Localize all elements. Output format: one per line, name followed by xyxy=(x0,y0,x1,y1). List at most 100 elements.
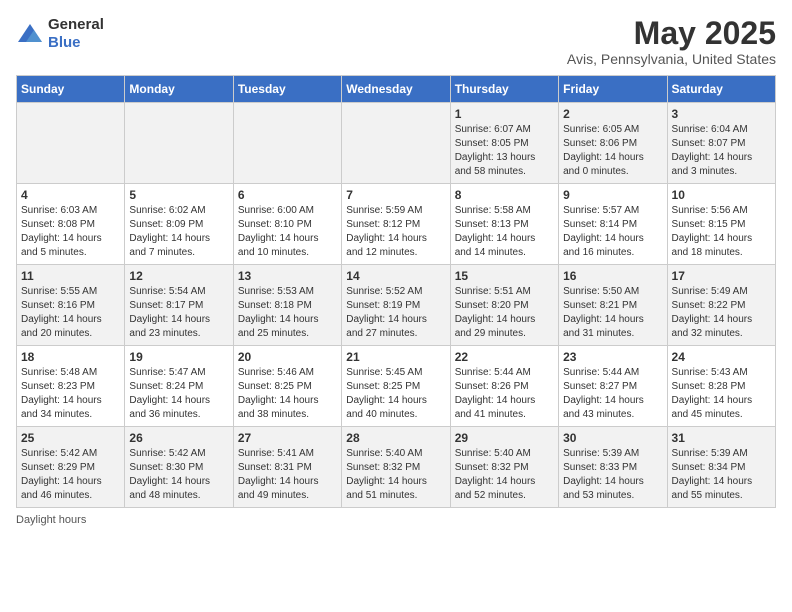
day-number: 29 xyxy=(455,431,554,445)
day-info: Sunrise: 5:51 AMSunset: 8:20 PMDaylight:… xyxy=(455,285,554,341)
day-number: 11 xyxy=(21,269,120,283)
day-info: Sunrise: 5:43 AMSunset: 8:28 PMDaylight:… xyxy=(672,366,771,422)
day-info: Sunrise: 6:04 AMSunset: 8:07 PMDaylight:… xyxy=(672,123,771,179)
day-info: Sunrise: 5:47 AMSunset: 8:24 PMDaylight:… xyxy=(129,366,228,422)
calendar-cell: 22 Sunrise: 5:44 AMSunset: 8:26 PMDayligh… xyxy=(450,346,558,427)
col-wednesday: Wednesday xyxy=(342,76,450,103)
calendar-cell: 1Sunrise: 6:07 AMSunset: 8:05 PMDaylight… xyxy=(450,103,558,184)
subtitle: Avis, Pennsylvania, United States xyxy=(567,51,776,67)
calendar-cell: 20Sunrise: 5:46 AMSunset: 8:25 PMDayligh… xyxy=(233,346,341,427)
calendar-cell: 24 Sunrise: 5:43 AMSunset: 8:28 PMDayligh… xyxy=(667,346,775,427)
day-info: Sunrise: 5:58 AMSunset: 8:13 PMDaylight:… xyxy=(455,204,554,260)
day-info: Sunrise: 6:03 AMSunset: 8:08 PMDaylight:… xyxy=(21,204,120,260)
calendar-cell: 21 Sunrise: 5:45 AMSunset: 8:25 PMDayligh… xyxy=(342,346,450,427)
logo-text: General Blue xyxy=(48,16,104,52)
calendar-header: Sunday Monday Tuesday Wednesday Thursday… xyxy=(17,76,776,103)
calendar-cell: 17 Sunrise: 5:49 AMSunset: 8:22 PMDayligh… xyxy=(667,265,775,346)
day-number: 21 xyxy=(346,350,445,364)
day-number: 31 xyxy=(672,431,771,445)
day-number: 5 xyxy=(129,188,228,202)
day-number: 4 xyxy=(21,188,120,202)
calendar-table: Sunday Monday Tuesday Wednesday Thursday… xyxy=(16,75,776,508)
day-number: 17 xyxy=(672,269,771,283)
day-number: 12 xyxy=(129,269,228,283)
title-block: May 2025 Avis, Pennsylvania, United Stat… xyxy=(567,16,776,67)
calendar-week-3: 11 Sunrise: 5:55 AMSunset: 8:16 PMDayligh… xyxy=(17,265,776,346)
day-info: Sunrise: 5:55 AMSunset: 8:16 PMDaylight:… xyxy=(21,285,120,341)
main-title: May 2025 xyxy=(567,16,776,51)
day-info: Sunrise: 5:39 AMSunset: 8:34 PMDaylight:… xyxy=(672,447,771,503)
day-number: 2 xyxy=(563,107,662,121)
calendar-cell xyxy=(342,103,450,184)
calendar-cell: 15 Sunrise: 5:51 AMSunset: 8:20 PMDayligh… xyxy=(450,265,558,346)
day-number: 25 xyxy=(21,431,120,445)
day-info: Sunrise: 6:07 AMSunset: 8:05 PMDaylight:… xyxy=(455,123,554,179)
calendar-cell: 9 Sunrise: 5:57 AMSunset: 8:14 PMDaylight… xyxy=(559,184,667,265)
calendar-cell: 5 Sunrise: 6:02 AMSunset: 8:09 PMDaylight… xyxy=(125,184,233,265)
day-info: Sunrise: 5:40 AMSunset: 8:32 PMDaylight:… xyxy=(455,447,554,503)
logo-general-text: General xyxy=(48,16,104,34)
day-number: 9 xyxy=(563,188,662,202)
calendar-week-4: 18Sunrise: 5:48 AMSunset: 8:23 PMDayligh… xyxy=(17,346,776,427)
calendar-cell: 2 Sunrise: 6:05 AMSunset: 8:06 PMDaylight… xyxy=(559,103,667,184)
day-info: Sunrise: 5:42 AMSunset: 8:29 PMDaylight:… xyxy=(21,447,120,503)
calendar-body: 1Sunrise: 6:07 AMSunset: 8:05 PMDaylight… xyxy=(17,103,776,508)
calendar-cell xyxy=(17,103,125,184)
day-number: 24 xyxy=(672,350,771,364)
calendar-week-5: 25 Sunrise: 5:42 AMSunset: 8:29 PMDayligh… xyxy=(17,427,776,508)
day-number: 8 xyxy=(455,188,554,202)
calendar-cell: 4 Sunrise: 6:03 AMSunset: 8:08 PMDaylight… xyxy=(17,184,125,265)
header-row: Sunday Monday Tuesday Wednesday Thursday… xyxy=(17,76,776,103)
day-number: 23 xyxy=(563,350,662,364)
logo: General Blue xyxy=(16,16,104,52)
day-info: Sunrise: 5:54 AMSunset: 8:17 PMDaylight:… xyxy=(129,285,228,341)
day-number: 28 xyxy=(346,431,445,445)
day-number: 16 xyxy=(563,269,662,283)
day-info: Sunrise: 5:45 AMSunset: 8:25 PMDaylight:… xyxy=(346,366,445,422)
day-number: 27 xyxy=(238,431,337,445)
day-info: Sunrise: 5:48 AMSunset: 8:23 PMDaylight:… xyxy=(21,366,120,422)
day-info: Sunrise: 6:00 AMSunset: 8:10 PMDaylight:… xyxy=(238,204,337,260)
day-info: Sunrise: 5:50 AMSunset: 8:21 PMDaylight:… xyxy=(563,285,662,341)
calendar-cell: 31 Sunrise: 5:39 AMSunset: 8:34 PMDayligh… xyxy=(667,427,775,508)
day-number: 19 xyxy=(129,350,228,364)
day-number: 7 xyxy=(346,188,445,202)
day-info: Sunrise: 5:57 AMSunset: 8:14 PMDaylight:… xyxy=(563,204,662,260)
calendar-cell: 8 Sunrise: 5:58 AMSunset: 8:13 PMDaylight… xyxy=(450,184,558,265)
col-friday: Friday xyxy=(559,76,667,103)
col-saturday: Saturday xyxy=(667,76,775,103)
page-header: General Blue May 2025 Avis, Pennsylvania… xyxy=(16,16,776,67)
day-info: Sunrise: 5:49 AMSunset: 8:22 PMDaylight:… xyxy=(672,285,771,341)
day-info: Sunrise: 5:44 AMSunset: 8:26 PMDaylight:… xyxy=(455,366,554,422)
logo-icon xyxy=(16,20,44,48)
calendar-week-1: 1Sunrise: 6:07 AMSunset: 8:05 PMDaylight… xyxy=(17,103,776,184)
day-number: 22 xyxy=(455,350,554,364)
col-thursday: Thursday xyxy=(450,76,558,103)
calendar-cell: 12 Sunrise: 5:54 AMSunset: 8:17 PMDayligh… xyxy=(125,265,233,346)
day-number: 26 xyxy=(129,431,228,445)
daylight-label: Daylight hours xyxy=(16,514,86,526)
calendar-cell xyxy=(125,103,233,184)
calendar-cell: 11 Sunrise: 5:55 AMSunset: 8:16 PMDayligh… xyxy=(17,265,125,346)
day-info: Sunrise: 5:53 AMSunset: 8:18 PMDaylight:… xyxy=(238,285,337,341)
col-sunday: Sunday xyxy=(17,76,125,103)
day-info: Sunrise: 6:05 AMSunset: 8:06 PMDaylight:… xyxy=(563,123,662,179)
calendar-cell: 16 Sunrise: 5:50 AMSunset: 8:21 PMDayligh… xyxy=(559,265,667,346)
day-number: 14 xyxy=(346,269,445,283)
footer: Daylight hours xyxy=(16,514,776,526)
day-number: 15 xyxy=(455,269,554,283)
calendar-cell: 14Sunrise: 5:52 AMSunset: 8:19 PMDayligh… xyxy=(342,265,450,346)
calendar-cell: 28 Sunrise: 5:40 AMSunset: 8:32 PMDayligh… xyxy=(342,427,450,508)
day-info: Sunrise: 5:46 AMSunset: 8:25 PMDaylight:… xyxy=(238,366,337,422)
calendar-cell: 30Sunrise: 5:39 AMSunset: 8:33 PMDayligh… xyxy=(559,427,667,508)
day-info: Sunrise: 5:44 AMSunset: 8:27 PMDaylight:… xyxy=(563,366,662,422)
calendar-cell: 6Sunrise: 6:00 AMSunset: 8:10 PMDaylight… xyxy=(233,184,341,265)
day-info: Sunrise: 5:40 AMSunset: 8:32 PMDaylight:… xyxy=(346,447,445,503)
calendar-cell: 3Sunrise: 6:04 AMSunset: 8:07 PMDaylight… xyxy=(667,103,775,184)
day-info: Sunrise: 6:02 AMSunset: 8:09 PMDaylight:… xyxy=(129,204,228,260)
calendar-cell: 27Sunrise: 5:41 AMSunset: 8:31 PMDayligh… xyxy=(233,427,341,508)
calendar-week-2: 4 Sunrise: 6:03 AMSunset: 8:08 PMDaylight… xyxy=(17,184,776,265)
calendar-cell: 18Sunrise: 5:48 AMSunset: 8:23 PMDayligh… xyxy=(17,346,125,427)
calendar-cell: 25 Sunrise: 5:42 AMSunset: 8:29 PMDayligh… xyxy=(17,427,125,508)
calendar-cell: 10Sunrise: 5:56 AMSunset: 8:15 PMDayligh… xyxy=(667,184,775,265)
